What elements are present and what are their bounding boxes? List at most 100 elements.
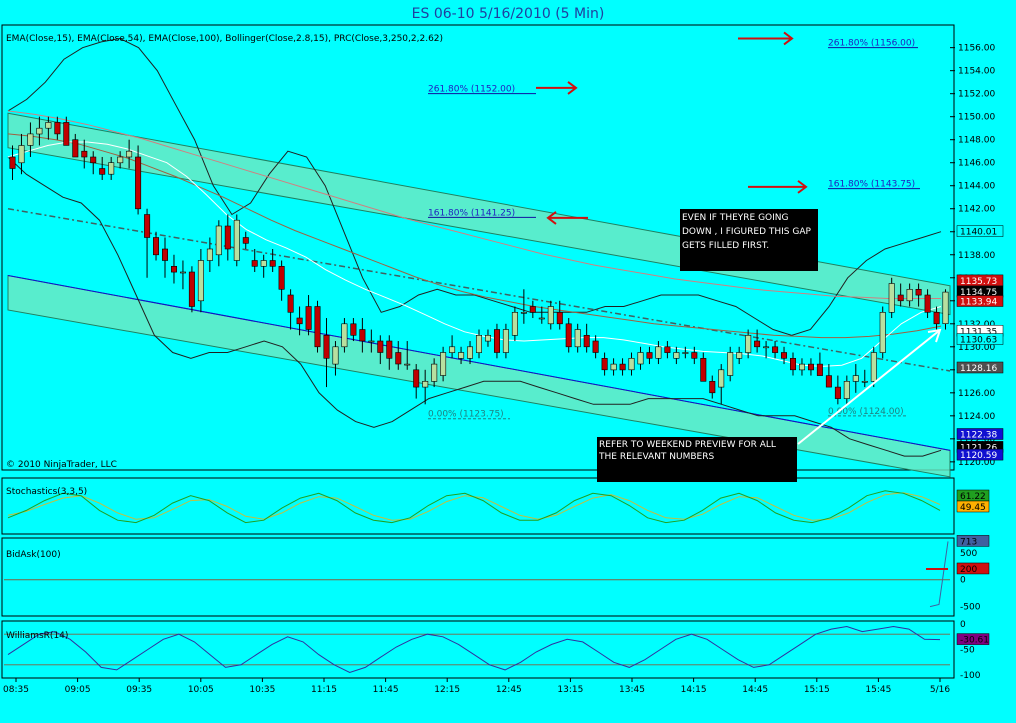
candle [547,300,554,330]
candle-body [63,122,70,146]
candle-body [655,346,662,359]
candle-body [727,352,734,376]
candle [664,341,671,359]
candle-body [897,294,904,302]
x-tick-label: 08:35 [3,685,29,695]
candle-body [323,334,330,359]
candle-body [18,145,25,164]
candle [188,266,195,313]
candle-body [36,127,43,135]
candle-body [718,369,725,388]
candle-body [466,346,473,359]
candle [493,323,500,359]
candle-body [242,237,249,244]
candle [736,346,743,365]
candle [574,323,581,353]
candle [646,346,653,365]
candle-body [251,260,258,267]
candle [314,300,321,353]
candle [206,237,213,273]
candle-body [619,363,626,371]
candle-body [610,363,617,371]
candle-body [942,291,949,325]
candle [260,254,267,278]
candle [449,335,456,359]
candle-body [233,219,240,261]
bidask-badge-top-label: 713 [960,537,977,547]
candle [251,249,258,273]
candle-body [700,357,707,382]
price-badge-label: 1130.63 [960,336,997,346]
stochastics-label: Stochastics(3,3,5) [6,487,87,497]
price-badge-label: 1122.38 [960,431,997,441]
bidask-line [929,541,949,608]
candle-body [449,346,456,353]
candle-body [852,375,859,382]
candle [511,306,518,342]
candle [592,335,599,359]
price-badge-label: 1133.94 [960,298,997,308]
ninjatrader-chart: ES 06-10 5/16/2010 (5 Min) 261.80% (1156… [0,0,1016,719]
candle-body [763,346,770,349]
candle-body [332,346,339,365]
candle [798,358,805,376]
candle [224,214,231,261]
candle-body [422,380,429,388]
x-tick-label: 11:45 [373,685,399,695]
candle-body [538,317,545,320]
stoch-k-line [7,490,941,524]
candle-body [556,311,563,325]
y-tick-label: 1150.00 [958,113,995,123]
candle [852,364,859,393]
candle [691,346,698,365]
candle-body [789,357,796,371]
candle-body [915,288,922,296]
candle-body [90,156,97,164]
candle [879,306,886,359]
annotation-text-preview: REFER TO WEEKEND PREVIEW FOR ALL THE REL… [599,440,776,462]
candle [180,260,187,290]
candle-body [117,156,124,164]
williams-badge-label: -30.61 [960,636,989,646]
candle-body [933,311,940,325]
candle-body [224,225,231,250]
candle [843,375,850,405]
y-tick-label: 1142.00 [958,205,995,215]
candle [144,208,151,278]
candle-body [574,329,581,348]
candle-body [72,139,79,158]
y-tick-label: 1138.00 [958,251,995,261]
candle [233,214,240,267]
price-badge-label: 1128.16 [960,364,997,374]
candle-body [565,323,572,348]
candle [709,375,716,399]
stoch-d-badge-label: 49.45 [960,503,986,513]
y-tick-label: 1144.00 [958,182,995,192]
candle-body [215,225,222,256]
candle-body [135,156,142,210]
x-tick-label: 13:45 [619,685,645,695]
white-arrow-line [797,329,941,445]
candle [789,352,796,376]
candle-body [798,363,805,371]
candle [350,318,357,342]
candle-body [816,363,823,376]
x-tick-label: 15:15 [804,685,830,695]
fib-label: 261.80% (1152.00) [428,85,515,95]
candle-body [691,352,698,359]
y-tick-label: 1148.00 [958,136,995,146]
candle-body [502,329,509,353]
candle [63,116,70,146]
chart-canvas: ES 06-10 5/16/2010 (5 Min) 261.80% (1156… [1,6,1004,695]
candle-body [888,283,895,313]
candle-body [296,317,303,325]
candle-body [287,294,294,313]
candle-body [350,323,357,336]
x-tick-label: 14:45 [742,685,768,695]
candle-body [664,346,671,353]
candle-body [529,306,536,313]
y-tick-label: 1156.00 [958,44,995,54]
candle-body [99,168,106,175]
candle-body [314,306,321,348]
candle-body [126,150,133,158]
